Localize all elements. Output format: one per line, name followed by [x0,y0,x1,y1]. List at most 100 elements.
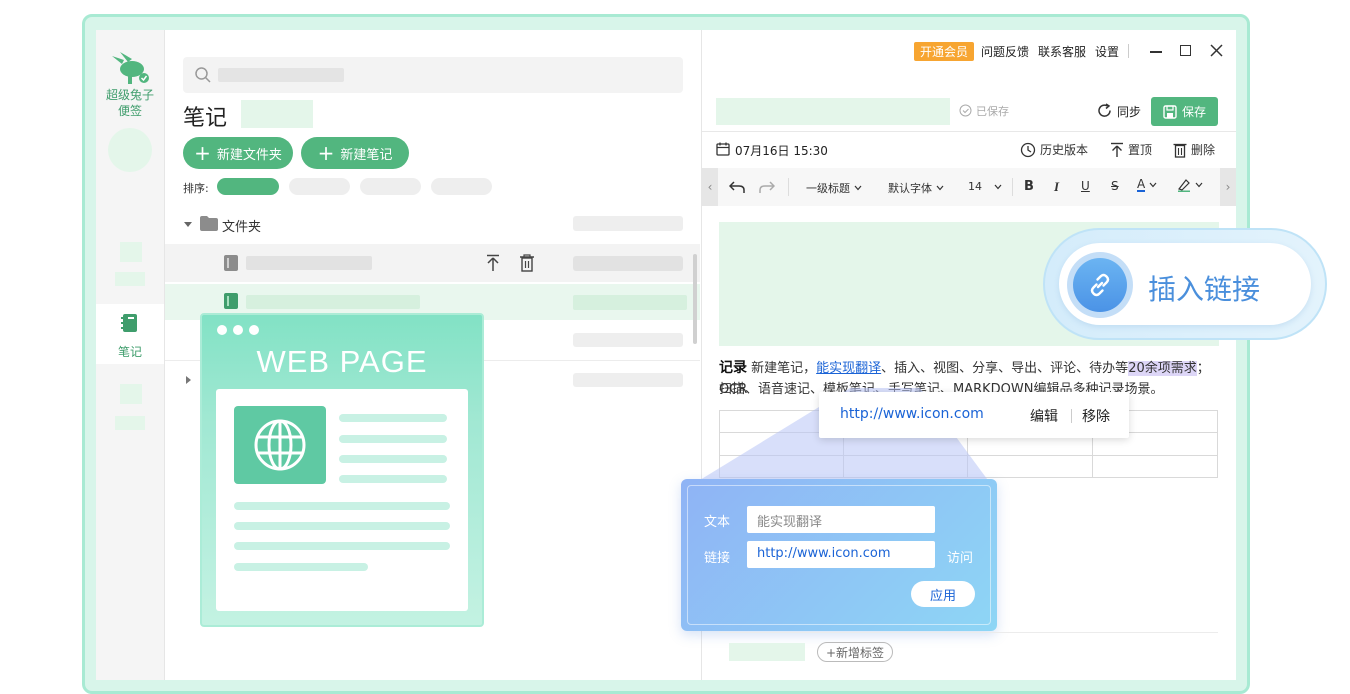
dialog-link-label: 链接 [704,551,731,566]
text-line [234,522,450,530]
sort-option-active[interactable] [217,178,279,195]
sort-option[interactable] [289,178,350,195]
paragraph-highlight: 20余项需求 [1128,361,1197,376]
new-note-label: 新建笔记 [340,147,393,163]
popup-divider [1071,409,1072,423]
title-badge-placeholder [241,100,313,128]
paragraph-bold: 记录 [719,360,747,376]
toolbar-scroll-right-icon[interactable]: › [1220,168,1236,206]
link-edit-button[interactable]: 编辑 [1030,406,1058,426]
list-scrollbar[interactable] [693,254,697,344]
save-label: 保存 [1181,105,1206,119]
toolbar-scroll-left-icon[interactable]: ‹ [702,168,718,206]
highlighter-icon [1177,178,1191,192]
add-tag-button[interactable]: +新增标签 [817,642,894,662]
note-meta-placeholder [573,333,683,347]
app-name-line1: 超级兔子 [105,88,154,102]
new-folder-button[interactable]: + 新建文件夹 [183,137,293,169]
text-line [234,563,368,571]
toolbar-divider [788,178,789,196]
avatar[interactable] [108,128,152,172]
plus-icon: + [317,141,335,165]
dialog-link-input[interactable]: http://www.icon.com [747,541,935,568]
heading-select-value: 一级标题 [806,182,850,195]
minimize-icon[interactable] [1150,51,1162,53]
paragraph-link[interactable]: 能实现翻译 [816,361,881,376]
app-logo-icon [108,52,154,88]
dialog-text-input[interactable]: 能实现翻译 [747,506,935,533]
text-line [234,502,450,510]
history-button[interactable]: 历史版本 [1020,141,1088,158]
rail-notes-label: 笔记 [117,345,142,359]
note-title-input[interactable] [716,98,950,125]
trash-icon[interactable] [519,254,535,272]
sort-option[interactable] [431,178,492,195]
rail-item-placeholder[interactable] [120,384,142,404]
text-line [234,542,450,550]
vip-button[interactable]: 开通会员 [914,42,974,61]
folder-label[interactable]: 文件夹 [222,216,261,235]
sync-icon[interactable] [1097,103,1112,118]
delete-button[interactable]: 删除 [1173,141,1215,158]
strikethrough-icon[interactable]: S [1111,179,1119,193]
chevron-down-icon [854,185,862,191]
support-link[interactable]: 联系客服 [1038,43,1086,60]
globe-icon [253,418,307,472]
pin-button[interactable]: 置顶 [1110,141,1152,158]
note-meta-placeholder [573,256,683,271]
folder-meta-placeholder [573,373,683,387]
note-file-icon [224,293,238,309]
note-title-placeholder [246,256,372,270]
note-title-placeholder [246,295,420,309]
close-icon[interactable] [1210,44,1223,57]
link-icon [1086,271,1114,299]
font-size-value: 14 [968,180,982,193]
new-note-button[interactable]: + 新建笔记 [301,137,409,169]
dialog-apply-button[interactable]: 应用 [911,581,975,607]
folder-meta-placeholder [573,216,683,231]
highlight-select[interactable] [1177,178,1203,192]
new-folder-label: 新建文件夹 [216,147,282,163]
table-cell[interactable] [1092,455,1218,478]
caret-down-icon[interactable] [183,219,193,229]
font-select-value: 默认字体 [888,182,932,195]
caret-right-icon[interactable] [183,375,193,385]
folder-icon [200,216,218,231]
link-popup-url[interactable]: http://www.icon.com [840,406,984,422]
search-icon [194,66,212,84]
rail-item-placeholder[interactable] [120,242,142,262]
text-line [339,435,447,443]
heading-select[interactable]: 一级标题 [806,180,862,196]
settings-link[interactable]: 设置 [1095,43,1119,60]
sync-label[interactable]: 同步 [1117,103,1141,120]
plus-icon: + [194,141,211,165]
chevron-down-icon [1149,182,1157,188]
pin-label: 置顶 [1128,143,1153,157]
trash-icon [1173,142,1187,158]
link-remove-button[interactable]: 移除 [1082,406,1110,426]
redo-icon[interactable] [759,180,775,194]
paragraph-text: 新建笔记， [751,361,817,376]
underline-icon[interactable]: U [1081,179,1090,193]
pin-top-icon[interactable] [485,254,501,272]
bold-icon[interactable]: B [1024,179,1034,194]
rail-item-placeholder-label [115,272,145,286]
font-select[interactable]: 默认字体 [888,180,944,196]
tag-placeholder[interactable] [729,643,805,661]
note-meta-placeholder [573,295,687,310]
text-color-select[interactable]: A [1137,178,1157,192]
sort-option[interactable] [360,178,421,195]
feedback-link[interactable]: 问题反馈 [981,43,1029,60]
maximize-icon[interactable] [1180,45,1191,56]
delete-label: 删除 [1191,143,1216,157]
history-icon [1020,142,1036,158]
app-name-line2: 便签 [117,104,142,118]
italic-icon[interactable]: I [1054,179,1059,195]
font-size-select[interactable]: 14 [968,180,1002,193]
undo-icon[interactable] [729,180,745,194]
toolbar-divider [1012,178,1013,196]
dialog-visit-link[interactable]: 访问 [947,547,973,566]
search-placeholder-bar [218,68,344,82]
save-button[interactable]: 保存 [1151,97,1218,126]
pin-top-icon [1110,142,1124,158]
